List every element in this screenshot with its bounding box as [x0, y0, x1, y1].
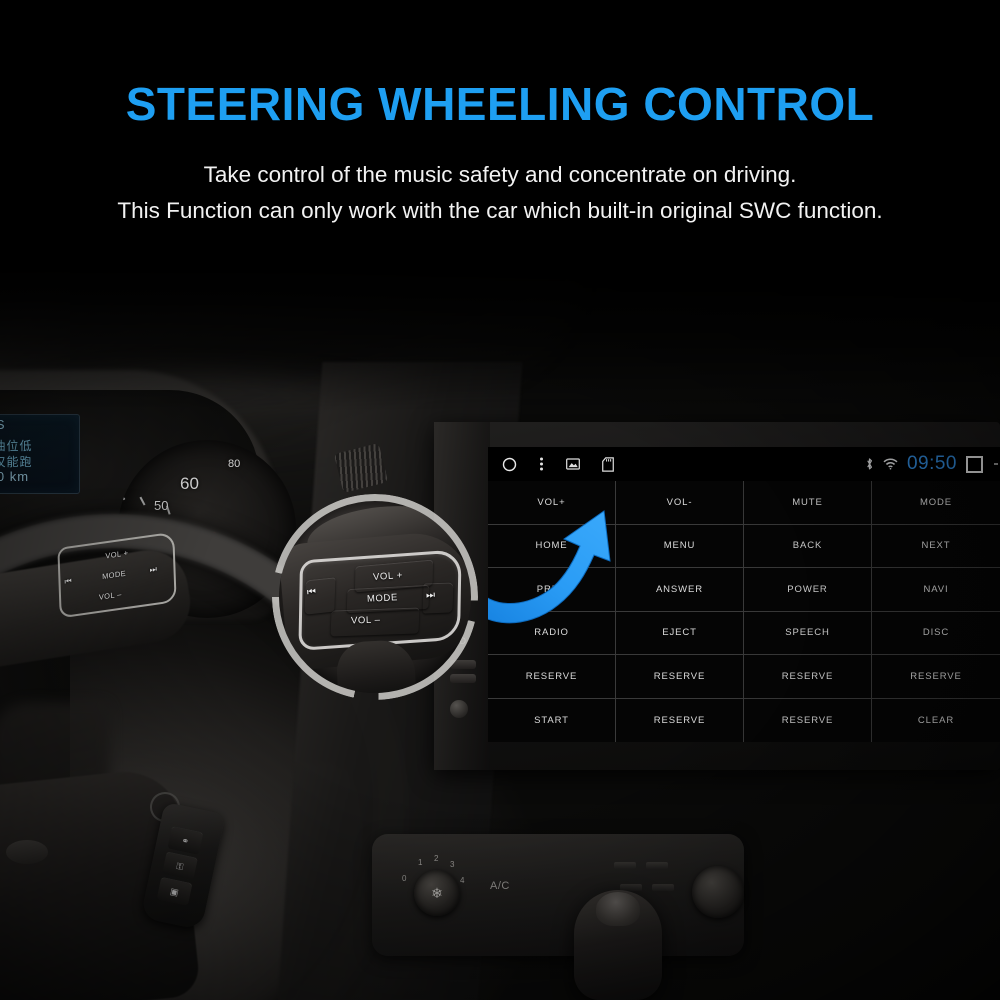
steering-wheel-magnified-callout: VOL + MODE VOL – ⏮ ⏭	[272, 494, 478, 700]
defrost-front-button[interactable]	[646, 862, 668, 869]
speedo-tick-50: 50	[154, 498, 169, 513]
swc-grid-cell[interactable]: ANSWER	[616, 568, 744, 612]
gallery-icon[interactable]	[566, 458, 580, 470]
swc-grid-cell[interactable]: PREV	[488, 568, 616, 612]
recents-square-icon[interactable]	[966, 455, 983, 473]
magnified-next-track-icon: ⏭	[425, 589, 436, 602]
swc-grid-cell[interactable]: RADIO	[488, 611, 616, 655]
airflow-mode-button[interactable]	[652, 884, 674, 891]
speedo-tick-60: 60	[180, 474, 199, 493]
swc-grid-cell[interactable]: RESERVE	[616, 655, 744, 699]
swc-grid-cell[interactable]: RESERVE	[744, 698, 872, 742]
product-banner: STEERING WHEELING CONTROL Take control o…	[0, 0, 1000, 1000]
swc-prev-track-icon: ⏮	[64, 576, 73, 587]
swc-grid-cell[interactable]: RESERVE	[872, 655, 1000, 699]
key-fob-unlock-icon: ⚭	[167, 825, 204, 856]
fan-mark-1: 1	[418, 858, 423, 867]
steering-wheel-logo	[6, 840, 48, 864]
swc-grid-cell[interactable]: CLEAR	[872, 698, 1000, 742]
swc-grid-cell[interactable]: VOL+	[488, 481, 616, 525]
swc-grid-cell[interactable]: MENU	[616, 524, 744, 568]
subtitle-line-1: Take control of the music safety and con…	[203, 162, 797, 187]
status-bar-edge-indicator	[994, 463, 998, 465]
swc-grid-cell[interactable]: SPEECH	[744, 611, 872, 655]
swc-grid-cell[interactable]: BACK	[744, 524, 872, 568]
swc-grid-cell[interactable]: VOL-	[616, 481, 744, 525]
magnified-mode-label: MODE	[366, 592, 399, 605]
home-circle-icon[interactable]	[502, 457, 517, 472]
magnified-vol-up-label: VOL +	[372, 569, 404, 584]
fan-mark-0: 0	[402, 874, 407, 883]
swc-grid-cell[interactable]: POWER	[744, 568, 872, 612]
status-bar-left-icons	[502, 447, 614, 481]
swc-grid-cell[interactable]: RESERVE	[488, 655, 616, 699]
magnified-vol-down-label: VOL –	[350, 614, 381, 627]
cluster-lcd-display: PRNDS 油位低 仅能跑 0 km	[0, 414, 80, 494]
speedo-tick-80: 80	[228, 458, 241, 470]
cluster-warning-line-2: 仅能跑	[0, 455, 33, 469]
swc-grid-cell[interactable]: START	[488, 698, 616, 742]
gear-indicator: PRNDS	[0, 417, 7, 432]
key-fob-trunk-icon: ▣	[156, 876, 193, 906]
defrost-rear-button[interactable]	[614, 862, 636, 869]
photo-top-fade	[0, 262, 1000, 412]
swc-grid-cell[interactable]: RESERVE	[744, 655, 872, 699]
cluster-warning-line-1: 油位低	[0, 439, 33, 453]
swc-grid-cell[interactable]: RESERVE	[616, 698, 744, 742]
key-fob-lock-icon: ⚿	[161, 851, 199, 881]
fan-mark-2: 2	[434, 854, 439, 863]
swc-grid-cell[interactable]: DISC	[872, 611, 1000, 655]
ac-button-label[interactable]: A/C	[490, 880, 510, 892]
page-title: STEERING WHEELING CONTROL	[125, 78, 875, 130]
swc-grid-cell[interactable]: MUTE	[744, 481, 872, 525]
swc-grid-cell[interactable]: NEXT	[872, 524, 1000, 568]
status-bar: 09:50	[488, 447, 1000, 482]
magnified-prev-track-icon: ⏮	[306, 586, 318, 599]
overflow-menu-icon[interactable]	[539, 456, 544, 472]
swc-next-track-icon: ⏭	[149, 564, 158, 575]
head-unit-knob[interactable]	[450, 700, 468, 718]
temperature-dial[interactable]	[692, 866, 744, 918]
swc-grid-cell[interactable]: MODE	[872, 481, 1000, 525]
console-storage-tray	[386, 962, 726, 1000]
fan-mark-3: 3	[450, 860, 455, 869]
status-bar-clock: 09:50	[906, 453, 957, 474]
gear-shifter-knob	[596, 892, 640, 926]
header-block: STEERING WHEELING CONTROL Take control o…	[0, 0, 1000, 262]
swc-grid-cell[interactable]: HOME	[488, 524, 616, 568]
head-unit-screen[interactable]: 09:50 VOL+ VOL- MUTE MODE HOME MENU BACK NEXT PR…	[488, 447, 1000, 742]
wifi-icon[interactable]	[883, 458, 898, 470]
swc-grid-cell[interactable]: EJECT	[616, 611, 744, 655]
swc-key-mapping-grid[interactable]: VOL+ VOL- MUTE MODE HOME MENU BACK NEXT PREV ANSW…	[488, 481, 1000, 742]
cluster-range-value: 0 km	[0, 469, 30, 484]
subtitle-line-2: This Function can only work with the car…	[117, 198, 883, 223]
fan-speed-dial[interactable]: ❄	[414, 870, 460, 916]
bluetooth-icon[interactable]	[865, 457, 874, 471]
sd-card-icon[interactable]	[602, 456, 614, 472]
fan-mark-4: 4	[460, 876, 465, 885]
swc-grid-cell[interactable]: NAVI	[872, 568, 1000, 612]
status-bar-right-icons: 09:50	[865, 447, 998, 481]
car-interior-photo: PRNDS 油位低 仅能跑 0 km 30 40 50 60 80 ⚙ ☕ 🛑	[0, 262, 1000, 1000]
